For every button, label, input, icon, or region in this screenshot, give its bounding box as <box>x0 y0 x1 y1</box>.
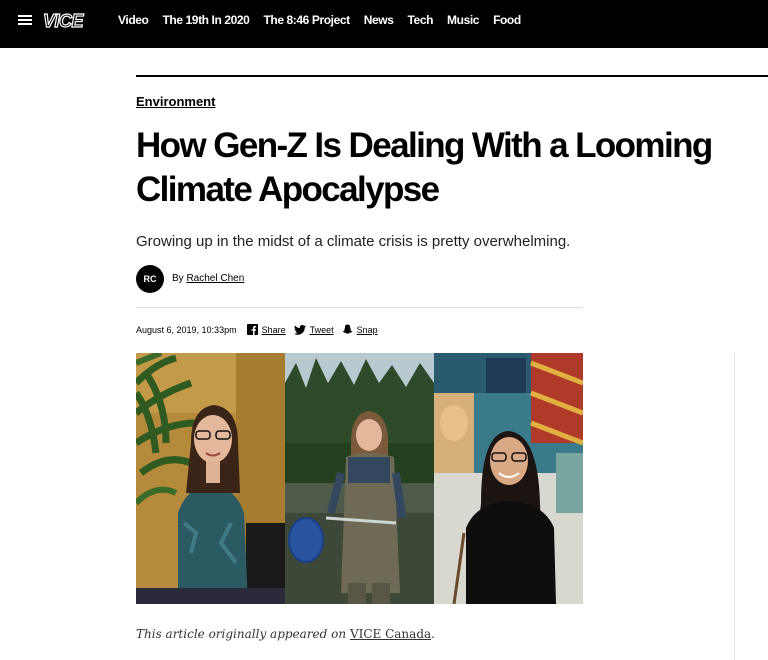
byline: By Rachel Chen <box>172 273 244 284</box>
article-dek: Growing up in the midst of a climate cri… <box>136 233 571 250</box>
nav-food[interactable]: Food <box>493 13 521 27</box>
hamburger-menu-icon[interactable] <box>18 14 32 26</box>
snapchat-icon <box>342 324 353 334</box>
publish-date: August 6, 2019, 10:33pm <box>136 324 237 335</box>
nav-19th-in-2020[interactable]: The 19th In 2020 <box>162 13 249 27</box>
article-lead-image <box>136 353 583 604</box>
share-snapchat-button[interactable]: Snap <box>342 324 378 335</box>
twitter-icon <box>293 324 306 335</box>
byline-divider <box>136 307 583 308</box>
nav-news[interactable]: News <box>364 13 394 27</box>
svg-text:VICE: VICE <box>43 11 85 31</box>
origin-note: This article originally appeared on VICE… <box>136 627 435 641</box>
nav-846-project[interactable]: The 8:46 Project <box>263 13 350 27</box>
snap-label: Snap <box>356 324 378 335</box>
tweet-label: Tweet <box>309 324 334 335</box>
origin-note-suffix: . <box>431 627 435 641</box>
author-link[interactable]: Rachel Chen <box>186 273 244 284</box>
share-twitter-button[interactable]: Tweet <box>293 324 334 335</box>
nav-tech[interactable]: Tech <box>408 13 434 27</box>
sidebar-divider <box>734 353 735 660</box>
vice-canada-link[interactable]: VICE Canada <box>350 627 431 641</box>
article-headline: How Gen-Z Is Dealing With a Looming Clim… <box>136 126 713 209</box>
header-rule <box>136 75 768 77</box>
top-navigation-bar: VICE Video The 19th In 2020 The 8:46 Pro… <box>0 0 768 48</box>
share-label: Share <box>261 324 286 335</box>
collage-image <box>136 353 583 604</box>
article-meta: August 6, 2019, 10:33pm Share Tweet Snap <box>136 324 386 335</box>
share-facebook-button[interactable]: Share <box>246 324 286 335</box>
category-link[interactable]: Environment <box>136 94 215 109</box>
author-avatar[interactable]: RC <box>136 265 164 293</box>
main-nav: Video The 19th In 2020 The 8:46 Project … <box>118 13 535 27</box>
origin-note-prefix: This article originally appeared on <box>136 627 347 641</box>
facebook-icon <box>246 324 258 335</box>
vice-logo[interactable]: VICE <box>42 10 100 32</box>
byline-prefix: By <box>172 273 184 284</box>
nav-video[interactable]: Video <box>118 13 149 27</box>
nav-music[interactable]: Music <box>447 13 479 27</box>
